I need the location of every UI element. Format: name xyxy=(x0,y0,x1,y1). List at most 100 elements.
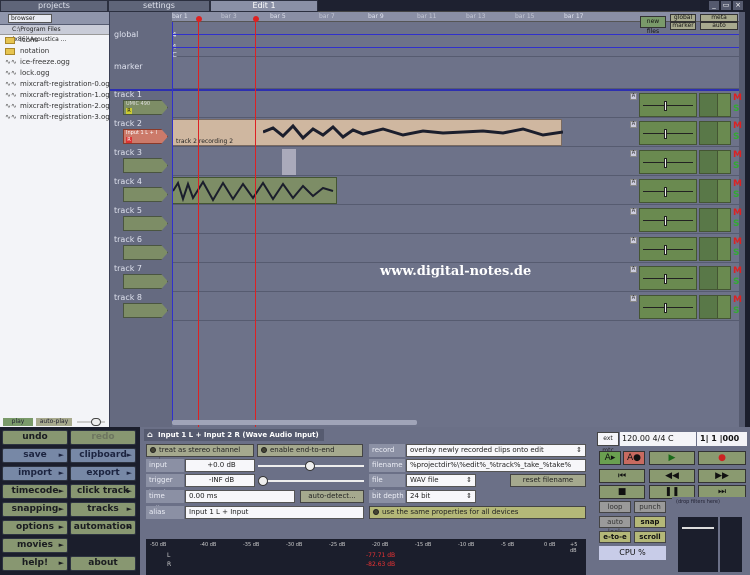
list-item[interactable]: notation xyxy=(0,46,109,57)
tempo-display[interactable]: 120.00 4/4 C xyxy=(620,432,696,446)
end-to-end-toggle[interactable]: enable end-to-end xyxy=(257,444,363,457)
track-mixer[interactable]: AMS xyxy=(630,293,742,320)
auto-detect-button[interactable]: auto-detect... xyxy=(300,490,364,503)
record-arm-button[interactable]: A● xyxy=(623,451,645,465)
track-mixer[interactable]: AMS xyxy=(630,206,742,233)
mute-button[interactable]: M xyxy=(733,93,742,103)
tab-edit[interactable]: Edit 1 xyxy=(210,0,318,12)
rewind-to-start-button[interactable]: ⏮ xyxy=(599,469,645,483)
loop-end-marker[interactable] xyxy=(253,16,259,22)
mute-button[interactable]: M xyxy=(733,179,742,189)
import-button[interactable]: import ► xyxy=(2,466,68,481)
clipboard-button[interactable]: clipboard ► xyxy=(70,448,136,463)
input-select[interactable] xyxy=(123,216,168,231)
track-mixer[interactable]: AMS xyxy=(630,264,742,291)
time-adjust-field[interactable]: 0.00 ms xyxy=(185,490,295,503)
input-select[interactable]: Input 1 L + IR xyxy=(123,129,168,144)
solo-button[interactable]: S xyxy=(733,132,739,142)
marker-lane[interactable] xyxy=(172,57,739,89)
scroll-button[interactable]: scroll xyxy=(634,531,666,543)
record-arm-icon[interactable]: R xyxy=(126,137,132,143)
list-item[interactable]: ∿∿ lock.ogg xyxy=(0,68,109,79)
mute-button[interactable]: M xyxy=(733,266,742,276)
solo-button[interactable]: S xyxy=(733,190,739,200)
input-select[interactable]: UMIC 490 R xyxy=(123,100,168,115)
snap-button[interactable]: snap xyxy=(634,516,666,528)
list-item[interactable]: icons xyxy=(0,35,109,46)
solo-button[interactable]: S xyxy=(733,306,739,316)
input-select[interactable] xyxy=(123,274,168,289)
audio-clip[interactable]: track 2 recording 2 xyxy=(172,119,563,146)
list-item[interactable]: ∿∿ ice-freeze.ogg xyxy=(0,57,109,68)
stereo-pair-toggle[interactable]: treat as stereo channel pair xyxy=(146,444,254,465)
loop-button[interactable]: loop xyxy=(599,501,631,513)
solo-button[interactable]: S xyxy=(733,248,739,258)
input-select[interactable] xyxy=(123,158,168,173)
preview-volume-slider[interactable] xyxy=(77,418,105,426)
undo-button[interactable]: undo xyxy=(2,430,68,445)
audio-clip[interactable] xyxy=(282,149,296,175)
stop-button[interactable]: ■ xyxy=(599,485,645,499)
track-mixer[interactable]: AMS xyxy=(630,119,742,146)
solo-button[interactable]: S xyxy=(733,219,739,229)
click-track-button[interactable]: click track ► xyxy=(70,484,136,499)
solo-button[interactable]: S xyxy=(733,277,739,287)
about-button[interactable]: about xyxy=(70,556,136,571)
mute-button[interactable]: M xyxy=(733,121,742,131)
export-button[interactable]: export ► xyxy=(70,466,136,481)
e-to-e-button[interactable]: e-to-e xyxy=(599,531,631,543)
alias-field[interactable]: Input 1 L + Input xyxy=(185,506,364,519)
same-properties-toggle[interactable]: use the same properties for all devices xyxy=(369,506,586,519)
trigger-slider[interactable] xyxy=(258,474,364,487)
input-select[interactable] xyxy=(123,187,168,202)
save-button[interactable]: save ► xyxy=(2,448,68,463)
help-button[interactable]: help! ► xyxy=(2,556,68,571)
punch-button[interactable]: punch xyxy=(634,501,666,513)
close-icon[interactable]: × xyxy=(733,1,743,10)
minimize-icon[interactable]: _ xyxy=(709,1,719,10)
arrangement-view[interactable]: bar 1 bar 3 bar 5 bar 7 bar 9 bar 11 bar… xyxy=(110,12,745,427)
autoplay-toggle[interactable]: auto-play xyxy=(36,418,72,426)
mute-button[interactable]: M xyxy=(733,295,742,305)
tab-projects[interactable]: projects xyxy=(0,0,108,12)
global-lane[interactable]: 4 4 C xyxy=(172,23,739,59)
list-item[interactable]: ∿∿ mixcraft-registration-0.og xyxy=(0,79,109,90)
fast-forward-button[interactable]: ▶▶ xyxy=(698,469,746,483)
track-mixer[interactable]: AMS xyxy=(630,235,742,262)
movies-button[interactable]: movies ► xyxy=(2,538,68,553)
mute-button[interactable]: M xyxy=(733,237,742,247)
ext-mtc-button[interactable]: ext mtc xyxy=(597,432,619,454)
reset-filename-button[interactable]: reset filename xyxy=(510,474,586,487)
restore-icon[interactable]: ▭ xyxy=(721,1,731,10)
mute-button[interactable]: M xyxy=(733,208,742,218)
list-item[interactable]: ∿∿ mixcraft-registration-3.og xyxy=(0,112,109,123)
solo-button[interactable]: S xyxy=(733,104,739,114)
list-item[interactable]: ∿∿ mixcraft-registration-1.og xyxy=(0,90,109,101)
browser-path[interactable]: C:\Program Files (x86)\Acoustica ... xyxy=(0,25,109,43)
filename-field[interactable]: %projectdir%\%edit%_%track%_take_%take% xyxy=(406,459,586,472)
timecode-button[interactable]: timecode ► xyxy=(2,484,68,499)
solo-button[interactable]: S xyxy=(733,161,739,171)
bit-depth-select[interactable]: 24 bit ⇕ xyxy=(406,490,476,503)
automation-button[interactable]: automation ► xyxy=(70,520,136,535)
rewind-button[interactable]: ◀◀ xyxy=(649,469,695,483)
input-select[interactable] xyxy=(123,245,168,260)
position-display[interactable]: 1| 1 |000 xyxy=(697,432,747,446)
arm-all-button[interactable]: A▸ xyxy=(599,451,621,465)
horizontal-scrollbar[interactable] xyxy=(172,420,417,425)
global-toggle[interactable]: global xyxy=(670,14,696,22)
record-mode-select[interactable]: overlay newly recorded clips onto edit ⇕ xyxy=(406,444,586,457)
tab-settings[interactable]: settings xyxy=(108,0,210,12)
record-arm-icon[interactable]: R xyxy=(126,108,132,114)
master-fader[interactable] xyxy=(678,517,718,572)
meta-toggle[interactable]: meta xyxy=(700,14,738,22)
options-button[interactable]: options ► xyxy=(2,520,68,535)
track-mixer[interactable]: AMS xyxy=(630,177,742,204)
track-mixer[interactable]: AMS xyxy=(630,148,742,175)
trigger-field[interactable]: -INF dB xyxy=(185,474,255,487)
master-fader-area[interactable]: (drop filters here) xyxy=(672,497,748,575)
auto-lock-button[interactable]: auto lock xyxy=(599,516,631,536)
redo-button[interactable]: redo xyxy=(70,430,136,445)
input-gain-slider[interactable] xyxy=(258,459,364,472)
list-item[interactable]: ∿∿ mixcraft-registration-2.og xyxy=(0,101,109,112)
